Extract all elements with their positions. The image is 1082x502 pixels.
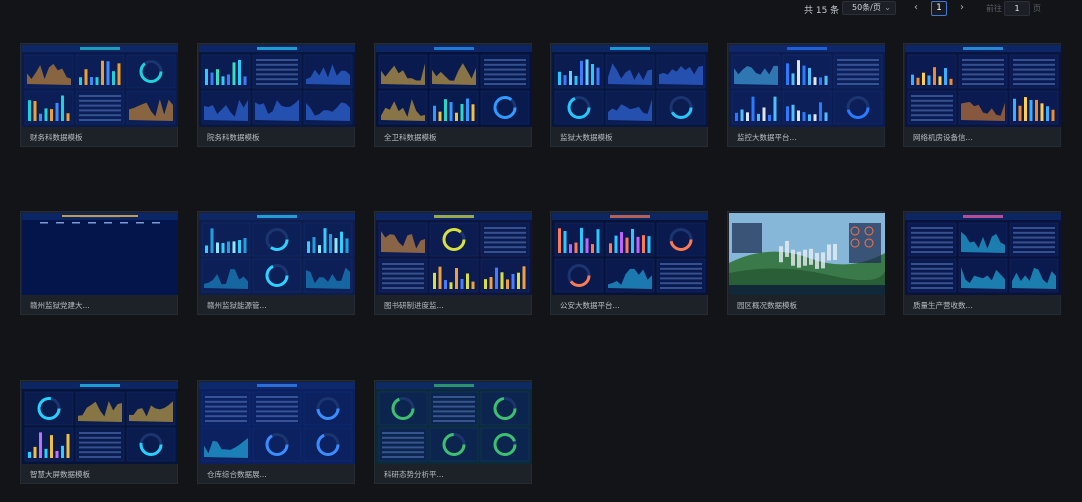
template-thumbnail — [22, 213, 178, 295]
template-card[interactable]: 监狱大数据模板 — [550, 43, 708, 147]
template-title: 网络机房设备信... — [913, 133, 973, 142]
dashboard-preview — [376, 382, 532, 464]
template-card[interactable]: 院务科数据模板 — [197, 43, 355, 147]
total-count: 共 15 条 — [804, 6, 840, 16]
chevron-left-icon[interactable]: ‹ — [914, 2, 918, 13]
template-title: 财务科数据模板 — [30, 133, 83, 142]
template-card[interactable]: 质量生产营收数... — [903, 211, 1061, 315]
dashboard-preview — [552, 213, 708, 295]
template-thumbnail — [199, 382, 355, 464]
pagination: 共 15 条 50条/页 ⌄ ‹ 1 › 前往 1 页 — [0, 0, 1082, 18]
template-thumbnail — [905, 45, 1061, 127]
dashboard-preview — [376, 45, 532, 127]
goto-label: 前往 — [986, 4, 1002, 13]
dashboard-preview — [22, 45, 178, 127]
template-thumbnail — [552, 45, 708, 127]
template-title: 科研态势分析平... — [384, 470, 444, 479]
goto-suffix: 页 — [1033, 4, 1041, 13]
template-card[interactable]: 监控大数据平台... — [727, 43, 885, 147]
template-title: 质量生产营收数... — [913, 301, 973, 310]
template-title: 赣州监狱党建大... — [30, 301, 90, 310]
template-card[interactable]: 园区概况数据模板 — [727, 211, 885, 315]
template-thumbnail — [905, 213, 1061, 295]
template-title: 院务科数据模板 — [207, 133, 260, 142]
template-title: 公安大数据平台... — [560, 301, 620, 310]
template-card[interactable]: 网络机房设备信... — [903, 43, 1061, 147]
template-card[interactable]: 全卫科数据模板 — [374, 43, 532, 147]
template-card[interactable]: 公安大数据平台... — [550, 211, 708, 315]
template-title: 监狱大数据模板 — [560, 133, 613, 142]
chevron-down-icon: ⌄ — [884, 3, 891, 12]
template-title: 图书研制进度监... — [384, 301, 444, 310]
goto-page-input[interactable]: 1 — [1004, 1, 1030, 16]
template-title: 仓库综合数据展... — [207, 470, 267, 479]
dashboard-preview — [729, 213, 885, 295]
dashboard-preview — [199, 45, 355, 127]
chevron-right-icon[interactable]: › — [960, 2, 964, 13]
page-size-select[interactable]: 50条/页 ⌄ — [842, 1, 896, 15]
template-thumbnail — [22, 45, 178, 127]
template-card[interactable]: 财务科数据模板 — [20, 43, 178, 147]
template-title: 赣州监狱能源管... — [207, 301, 267, 310]
dashboard-preview — [905, 213, 1061, 295]
template-card[interactable]: 图书研制进度监... — [374, 211, 532, 315]
dashboard-preview — [22, 213, 178, 295]
template-thumbnail — [376, 382, 532, 464]
page-size-value: 50条/页 — [852, 3, 881, 12]
template-thumbnail — [552, 213, 708, 295]
template-thumbnail — [199, 45, 355, 127]
dashboard-preview — [905, 45, 1061, 127]
template-thumbnail — [729, 45, 885, 127]
template-thumbnail — [729, 213, 885, 295]
dashboard-preview — [376, 213, 532, 295]
dashboard-preview — [199, 213, 355, 295]
template-thumbnail — [376, 45, 532, 127]
template-thumbnail — [22, 382, 178, 464]
dashboard-preview — [552, 45, 708, 127]
template-card[interactable]: 赣州监狱能源管... — [197, 211, 355, 315]
template-thumbnail — [199, 213, 355, 295]
template-card[interactable]: 科研态势分析平... — [374, 380, 532, 484]
template-title: 智慧大屏数据模板 — [30, 470, 90, 479]
dashboard-preview — [729, 45, 885, 127]
current-page-button[interactable]: 1 — [931, 1, 947, 16]
template-title: 监控大数据平台... — [737, 133, 797, 142]
template-card[interactable]: 赣州监狱党建大... — [20, 211, 178, 315]
template-thumbnail — [376, 213, 532, 295]
template-title: 园区概况数据模板 — [737, 301, 797, 310]
template-card[interactable]: 仓库综合数据展... — [197, 380, 355, 484]
dashboard-preview — [22, 382, 178, 464]
template-card[interactable]: 智慧大屏数据模板 — [20, 380, 178, 484]
dashboard-preview — [199, 382, 355, 464]
template-title: 全卫科数据模板 — [384, 133, 437, 142]
